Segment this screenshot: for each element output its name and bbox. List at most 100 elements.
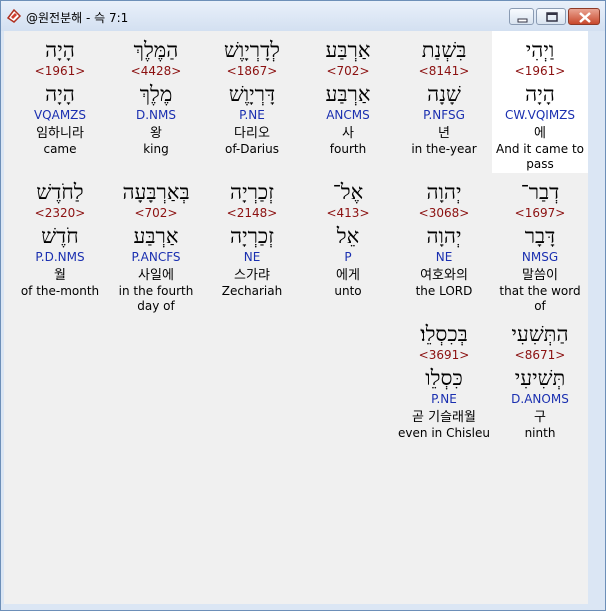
hebrew-word: בִּשְׁנַת [421,38,467,62]
morphology-code: D.ANOMS [511,392,569,406]
morphology-code: P.NFSG [423,108,465,122]
word-block[interactable]: דְבַר־ <1697> דָּבָר NMSG 말씀이 that the word o… [492,173,588,315]
english-gloss: unto [334,284,362,298]
strongs-number: <1961> [514,64,566,78]
hebrew-lemma: דָּרְיָוֶשׁ [228,82,276,106]
korean-gloss: 사 [342,126,354,141]
hebrew-lemma: אַרְבַּע [133,224,179,248]
strongs-number: <3068> [418,206,470,220]
hebrew-lemma: כִּסְלֵו [425,366,463,390]
korean-gloss: 말씀이 [522,268,558,283]
hebrew-lemma: הָיָה [525,82,555,106]
morphology-code: P.ANCFS [131,250,181,264]
morphology-code: NE [243,250,261,264]
hebrew-word: הָיָה [45,38,75,62]
word-block[interactable]: אַרְבַּע <702> אַרְבַּע ANCMS 사 fourth [300,31,396,173]
strongs-number: <1867> [226,64,278,78]
word-block[interactable]: הַמֶּלֶךְ <4428> מֶלֶךְ D.NMS 왕 king [108,31,204,173]
word-block[interactable]: בְּכִסְלֵו׃ <3691> כִּסְלֵו P.NE 곧 기슬래월 even … [396,315,492,457]
word-block[interactable]: לְדָרְיָוֶשׁ <1867> דָּרְיָוֶשׁ P.NE 다리오 of-D… [204,31,300,173]
strongs-number: <702> [134,206,178,220]
strongs-number: <8141> [418,64,470,78]
korean-gloss: 왕 [150,126,162,141]
korean-gloss: 에 [534,126,546,141]
strongs-number: <1697> [514,206,566,220]
hebrew-lemma: שָׁנָה [427,82,461,106]
close-icon [579,12,591,23]
word-block[interactable]: וַיְהִי <1961> הָיָה CW.VQIMZS 에 And it came … [492,31,588,173]
word-block[interactable]: הַתְּשִׁעִי <8671> תְּשִׁיעִי D.ANOMS 구 ninth [492,315,588,457]
strongs-number: <3691> [418,348,470,362]
english-gloss: fourth [329,142,367,156]
english-gloss: And it came to pass [496,142,584,171]
book-flag-icon [6,8,22,24]
close-button[interactable] [568,8,600,25]
hebrew-word: אַרְבַּע [325,38,371,62]
hebrew-lemma: הָיָה [45,82,75,106]
hebrew-lemma: חֹדֶשׁ [41,224,79,248]
word-block[interactable]: אֶל־ <413> אֵל P 에게 unto [300,173,396,315]
morphology-code: NE [435,250,453,264]
english-gloss: even in Chisleu [398,426,490,440]
morphology-code: P.NE [431,392,457,406]
morphology-code: ANCMS [326,108,370,122]
english-gloss: in the fourth day of [118,284,194,313]
korean-gloss: 임하니라 [36,126,84,141]
english-gloss: king [143,142,169,156]
word-block[interactable]: בִּשְׁנַת <8141> שָׁנָה P.NFSG 년 in the-year [396,31,492,173]
hebrew-word: וַיְהִי [525,38,555,62]
window-frame-right [589,31,604,604]
korean-gloss: 다리오 [234,126,270,141]
hebrew-word: זְכַרְיָה [229,180,275,204]
hebrew-word: לַחֹדֶשׁ [36,180,84,204]
hebrew-lemma: זְכַרְיָה [229,224,275,248]
strongs-number: <702> [326,64,370,78]
morphology-code: P.NE [239,108,265,122]
hebrew-lemma: דָּבָר [524,224,556,248]
strongs-number: <4428> [130,64,182,78]
korean-gloss: 스가랴 [234,268,270,283]
hebrew-word: בְּאַרְבָּעָה [122,180,190,204]
minimize-icon [517,18,528,23]
minimize-button[interactable] [509,8,534,25]
korean-gloss: 사일에 [138,268,174,283]
hebrew-word: בְּכִסְלֵו׃ [420,322,468,346]
english-gloss: Zechariah [221,284,283,298]
hebrew-word: אֶל־ [332,180,364,204]
word-block[interactable]: יְהוָה <3068> יְהוָה NE 여호와의 the LORD [396,173,492,315]
maximize-button[interactable] [536,8,566,25]
hebrew-word: הַתְּשִׁעִי [511,322,569,346]
korean-gloss: 구 [534,410,546,425]
morphology-code: P [344,250,352,264]
korean-gloss: 곧 기슬래월 [412,410,476,425]
english-gloss: of-Darius [225,142,279,156]
english-gloss: the LORD [415,284,473,298]
interlinear-pane[interactable]: וַיְהִי <1961> הָיָה CW.VQIMZS 에 And it came … [4,31,588,604]
maximize-icon [546,12,558,22]
title-bar[interactable]: @원전분해 - 슥 7:1 [1,1,605,31]
word-block[interactable]: הָיָה <1961> הָיָה VQAMZS 임하니라 came [12,31,108,173]
morphology-code: NMSG [521,250,559,264]
strongs-number: <1961> [34,64,86,78]
hebrew-word: לְדָרְיָוֶשׁ [224,38,280,62]
strongs-number: <413> [326,206,370,220]
english-gloss: that the word of [499,284,581,313]
korean-gloss: 월 [54,268,66,283]
hebrew-lemma: תְּשִׁיעִי [514,366,566,390]
word-block[interactable]: זְכַרְיָה <2148> זְכַרְיָה NE 스가랴 Zechariah [204,173,300,315]
window-title: @원전분해 - 슥 7:1 [26,11,129,25]
english-gloss: came [43,142,77,156]
english-gloss: ninth [524,426,556,440]
hebrew-lemma: אַרְבַּע [325,82,371,106]
morphology-code: CW.VQIMZS [504,108,576,122]
word-block[interactable]: בְּאַרְבָּעָה <702> אַרְבַּע P.ANCFS 사일에 in t… [108,173,204,315]
hebrew-lemma: אֵל [336,224,360,248]
word-block[interactable]: לַחֹדֶשׁ <2320> חֹדֶשׁ P.D.NMS 월 of the-month [12,173,108,315]
hebrew-lemma: יְהוָה [426,224,462,248]
hebrew-word: הַמֶּלֶךְ [133,38,179,62]
morphology-code: D.NMS [135,108,176,122]
strongs-number: <2148> [226,206,278,220]
english-gloss: of the-month [20,284,100,298]
morphology-code: P.D.NMS [35,250,85,264]
hebrew-lemma: מֶלֶךְ [139,82,173,106]
